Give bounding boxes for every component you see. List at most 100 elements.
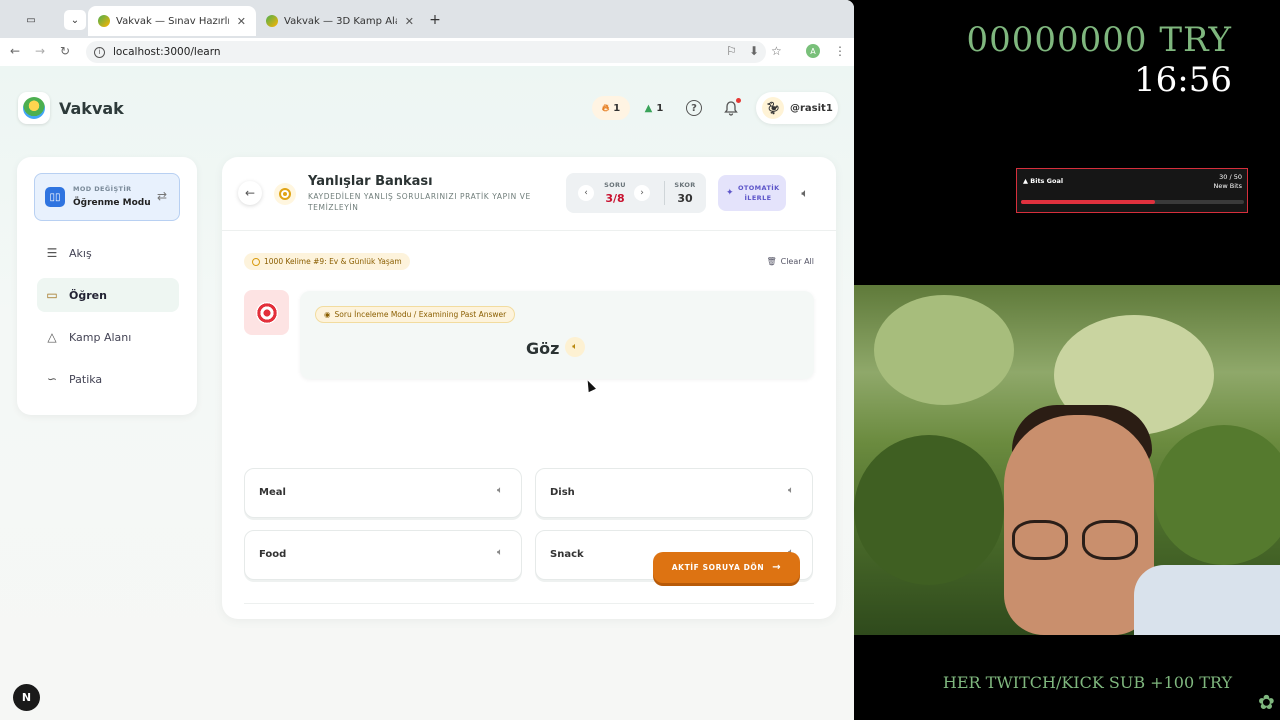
auto-advance-toggle[interactable]: ✦ OTOMATİK İLERLE bbox=[718, 175, 786, 211]
back-arrow-icon[interactable]: ← bbox=[10, 44, 20, 58]
site-info-icon[interactable]: i bbox=[94, 46, 105, 58]
sidebar-item-patika[interactable]: ∽ Patika bbox=[37, 362, 179, 396]
install-app-icon[interactable]: ⬇ bbox=[749, 44, 759, 58]
speaker-icon[interactable]: 🔈︎ bbox=[497, 547, 503, 558]
glasses-left bbox=[1012, 520, 1068, 560]
person-shirt bbox=[1134, 565, 1280, 635]
sparkle-icon: ✦ bbox=[726, 188, 734, 198]
vakvak-favicon bbox=[266, 15, 278, 27]
next-question-chevron-icon[interactable]: › bbox=[634, 185, 650, 201]
bits-sub: New Bits bbox=[1213, 182, 1242, 190]
speaker-icon[interactable]: 🔈︎ bbox=[788, 485, 794, 496]
sidebar-item-label: Öğren bbox=[69, 288, 107, 302]
answer-option[interactable]: Food 🔈︎ bbox=[244, 530, 522, 580]
page-subtitle: KAYDEDİLEN YANLIŞ SORULARINIZI PRATİK YA… bbox=[308, 192, 531, 212]
tent-icon: △ bbox=[47, 330, 57, 344]
sub-promo-text: HER TWITCH/KICK SUB +100 TRY bbox=[942, 673, 1232, 692]
clear-all-button[interactable]: 🗑︎ Clear All bbox=[766, 257, 814, 266]
profile-avatar[interactable]: A bbox=[806, 44, 820, 58]
bits-title: ▲ Bits Goal bbox=[1023, 177, 1063, 185]
clear-all-label: Clear All bbox=[780, 257, 814, 266]
tab-title: Vakvak — Sınav Hazırlık, Orta bbox=[116, 15, 229, 27]
book-open-icon: ▯▯ bbox=[45, 187, 65, 207]
tree-badge[interactable]: ▲ 1 bbox=[636, 96, 672, 120]
separator bbox=[664, 181, 665, 205]
score-label: SKOR bbox=[674, 181, 696, 189]
tab-list-chevron-icon[interactable]: ⌄ bbox=[64, 10, 86, 30]
foliage bbox=[1154, 425, 1280, 565]
review-mode-text: Soru İnceleme Modu / Examining Past Answ… bbox=[334, 310, 507, 319]
swap-icon: ⇄ bbox=[156, 189, 167, 203]
tab-title: Vakvak — 3D Kamp Alanı, Od bbox=[284, 15, 397, 27]
brand-name[interactable]: Vakvak bbox=[59, 99, 124, 118]
new-tab-icon[interactable]: + bbox=[424, 10, 446, 30]
glasses-right bbox=[1082, 520, 1138, 560]
option-label: Meal bbox=[259, 487, 286, 498]
question-card: ◉ Soru İnceleme Modu / Examining Past An… bbox=[300, 291, 814, 379]
address-bar[interactable]: i localhost:3000/learn bbox=[86, 41, 766, 63]
path-icon: ∽ bbox=[46, 372, 58, 386]
user-menu[interactable]: 🦆︎ @rasit1 bbox=[756, 92, 838, 124]
option-label: Snack bbox=[550, 549, 584, 560]
sidebar-item-label: Patika bbox=[69, 372, 103, 386]
speaker-icon[interactable]: 🔈︎ bbox=[497, 485, 503, 496]
back-arrow-icon[interactable]: ← bbox=[238, 181, 262, 205]
tab-vakvak-sinav[interactable]: Vakvak — Sınav Hazırlık, Orta ✕ bbox=[88, 6, 256, 36]
trash-icon: 🗑︎ bbox=[766, 257, 777, 266]
forward-arrow-icon[interactable]: → bbox=[35, 44, 45, 58]
bits-progress-fill bbox=[1021, 200, 1155, 204]
tab-vakvak-kamp[interactable]: Vakvak — 3D Kamp Alanı, Od ✕ bbox=[256, 6, 424, 36]
browser-window: ▭ ⌄ Vakvak — Sınav Hazırlık, Orta ✕ Vakv… bbox=[0, 0, 854, 720]
question-counter: 3/8 bbox=[605, 192, 625, 205]
option-label: Food bbox=[259, 549, 287, 560]
bits-count-block: 30 / 50 New Bits bbox=[1214, 173, 1242, 191]
fire-icon: 🔥︎ bbox=[601, 102, 610, 114]
streak-count: 1 bbox=[613, 102, 621, 114]
return-label: AKTİF SORUYA DÖN bbox=[671, 563, 765, 572]
answer-option[interactable]: Meal 🔈︎ bbox=[244, 468, 522, 518]
tree-icon: ▲ bbox=[644, 102, 653, 114]
divider bbox=[244, 603, 814, 604]
mode-switcher[interactable]: ▯▯ MOD DEĞİŞTİR Öğrenme Modu ⇄ bbox=[34, 173, 180, 221]
sidebar-item-akis[interactable]: ☰ Akış bbox=[37, 236, 179, 270]
tab-search-icon[interactable]: ▭ bbox=[20, 10, 42, 30]
help-icon[interactable]: ? bbox=[686, 100, 702, 116]
option-label: Dish bbox=[550, 487, 575, 498]
answer-option[interactable]: Dish 🔈︎ bbox=[535, 468, 813, 518]
target-icon bbox=[244, 290, 289, 335]
streak-badge[interactable]: 🔥︎ 1 bbox=[592, 96, 630, 120]
reload-icon[interactable]: ↻ bbox=[60, 44, 70, 58]
logo-emblem-icon bbox=[23, 97, 45, 119]
vakvak-logo[interactable] bbox=[18, 92, 50, 124]
arrow-right-icon: → bbox=[772, 562, 782, 573]
username: @rasit1 bbox=[790, 102, 833, 114]
menu-kebab-icon[interactable]: ⋮ bbox=[834, 44, 846, 58]
webcam-feed bbox=[854, 285, 1280, 635]
prev-question-chevron-icon[interactable]: ‹ bbox=[578, 185, 594, 201]
speaker-icon[interactable]: 🔈︎ bbox=[792, 179, 818, 207]
speaker-icon[interactable]: 🔈︎ bbox=[565, 337, 585, 357]
stream-overlay: 00000000 TRY 16:56 ▲ Bits Goal 30 / 50 N… bbox=[854, 0, 1280, 720]
book-icon: ▭ bbox=[46, 288, 58, 302]
mistakes-bank-card: ← Yanlışlar Bankası KAYDEDİLEN YANLIŞ SO… bbox=[222, 157, 836, 619]
question-label: SORU bbox=[604, 181, 626, 189]
mode-value: Öğrenme Modu bbox=[73, 198, 151, 208]
return-to-active-question-button[interactable]: AKTİF SORUYA DÖN → bbox=[653, 552, 800, 583]
mode-label: MOD DEĞİŞTİR bbox=[73, 185, 132, 193]
bits-triangle-icon: ▲ bbox=[1023, 177, 1028, 185]
bookmark-star-icon[interactable]: ☆ bbox=[771, 44, 782, 58]
translate-icon[interactable]: ⚐ bbox=[726, 44, 737, 58]
sidebar-item-label: Kamp Alanı bbox=[69, 330, 132, 344]
score-value: 30 bbox=[677, 192, 693, 205]
close-tab-icon[interactable]: ✕ bbox=[237, 15, 246, 28]
app-page: Vakvak 🔥︎ 1 ▲ 1 ? 🦆︎ @rasit1 ▯▯ MOD DEĞİ… bbox=[0, 66, 854, 720]
notification-dot bbox=[736, 98, 741, 103]
sidebar-item-ogren[interactable]: ▭ Öğren bbox=[37, 278, 179, 312]
close-tab-icon[interactable]: ✕ bbox=[405, 15, 414, 28]
eye-icon: ◉ bbox=[324, 310, 331, 319]
vakvak-favicon bbox=[98, 15, 110, 27]
bits-title-text: Bits Goal bbox=[1030, 177, 1064, 185]
foliage bbox=[854, 435, 1004, 585]
nextjs-badge[interactable]: N bbox=[13, 684, 40, 711]
sidebar-item-kamp-alani[interactable]: △ Kamp Alanı bbox=[37, 320, 179, 354]
